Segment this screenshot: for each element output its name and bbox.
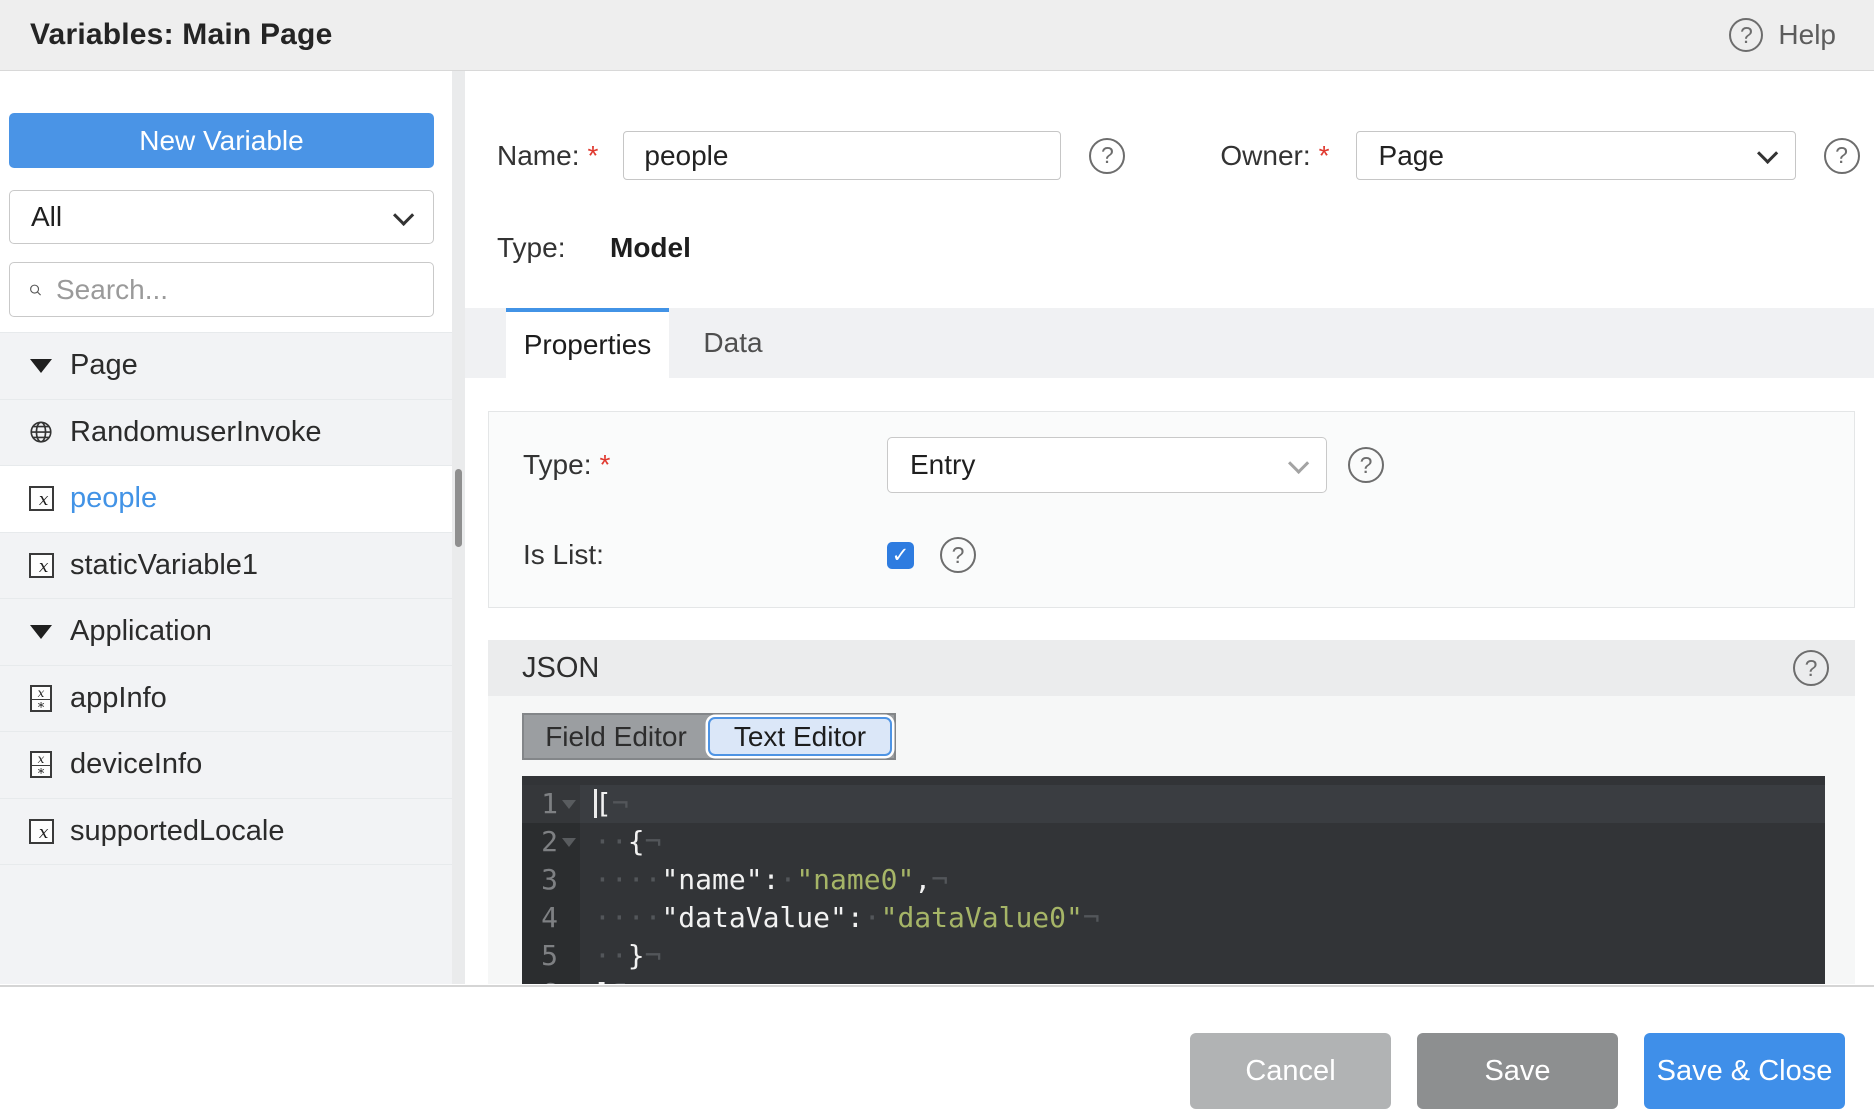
fold-arrow-icon[interactable] — [562, 838, 576, 847]
sidebar-item-appinfo[interactable]: x∗ appInfo — [0, 666, 465, 733]
required-asterisk: * — [1319, 140, 1330, 171]
type-value: Model — [610, 232, 691, 264]
variable-icon: x — [29, 819, 54, 844]
json-section-title: JSON — [522, 652, 599, 685]
required-asterisk: * — [599, 449, 610, 480]
code-line[interactable]: 1 [¬ — [522, 785, 1825, 823]
sidebar-item-supportedlocale[interactable]: x supportedLocale — [0, 799, 465, 866]
chevron-down-icon — [1288, 452, 1309, 473]
collapse-triangle-icon[interactable] — [30, 359, 52, 373]
code-line[interactable]: 6 ]¶ — [522, 975, 1825, 984]
name-input[interactable] — [623, 131, 1061, 180]
variable-icon: x — [29, 486, 54, 511]
builtin-variable-icon: x∗ — [30, 685, 52, 712]
owner-select-value: Page — [1379, 140, 1444, 172]
entry-type-select[interactable]: Entry — [887, 437, 1327, 493]
search-icon — [29, 276, 42, 304]
code-line[interactable]: 5 ··}¬ — [522, 937, 1825, 975]
json-help-icon[interactable]: ? — [1793, 650, 1829, 686]
cancel-button[interactable]: Cancel — [1190, 1033, 1391, 1109]
sidebar-group-page[interactable]: Page — [0, 333, 465, 400]
sidebar-scrollbar[interactable] — [452, 71, 465, 984]
type-label: Type: — [497, 232, 610, 264]
variables-sidebar: New Variable All Page — [0, 71, 465, 984]
name-owner-row: Name:* ? Owner:* Page ? — [497, 131, 1874, 180]
dialog-footer: Cancel Save Save & Close — [0, 985, 1874, 1114]
dialog-header: Variables: Main Page ? Help — [0, 0, 1874, 71]
field-editor-button[interactable]: Field Editor — [524, 721, 708, 753]
owner-label: Owner:* — [1220, 140, 1329, 172]
json-section: JSON ? Field Editor Text Editor 1 [¬ — [488, 640, 1855, 984]
entry-type-help-icon[interactable]: ? — [1348, 447, 1384, 483]
is-list-help-icon[interactable]: ? — [940, 537, 976, 573]
json-section-header: JSON ? — [488, 640, 1855, 696]
code-line[interactable]: 2 ··{¬ — [522, 823, 1825, 861]
help-circle-icon[interactable]: ? — [1729, 18, 1763, 52]
type-row: Type: Model — [497, 232, 1874, 264]
variable-detail: Name:* ? Owner:* Page ? Type: Model Prop… — [465, 71, 1874, 984]
sidebar-group-application[interactable]: Application — [0, 599, 465, 666]
search-input[interactable] — [56, 274, 417, 306]
new-variable-button[interactable]: New Variable — [9, 113, 434, 168]
variables-list: Page RandomuserInvoke x pe — [0, 332, 465, 984]
entry-type-value: Entry — [910, 449, 975, 481]
chevron-down-icon — [1757, 143, 1778, 164]
entry-type-label: Type:* — [523, 449, 887, 481]
filter-select[interactable]: All — [9, 190, 434, 244]
chevron-down-icon — [393, 204, 414, 225]
service-globe-icon — [28, 418, 54, 446]
variable-icon: x — [29, 553, 54, 578]
json-code-editor[interactable]: 1 [¬ 2 ··{¬ 3 ····"name":·"name0",¬ 4 — [522, 776, 1825, 984]
owner-select[interactable]: Page — [1356, 131, 1796, 180]
save-and-close-button[interactable]: Save & Close — [1644, 1033, 1845, 1109]
name-help-icon[interactable]: ? — [1089, 138, 1125, 174]
collapse-triangle-icon[interactable] — [30, 625, 52, 639]
builtin-variable-icon: x∗ — [30, 751, 52, 778]
detail-tabbar: Properties Data — [465, 308, 1874, 378]
variables-dialog: Variables: Main Page ? Help New Variable… — [0, 0, 1874, 1114]
help-label: Help — [1778, 19, 1836, 51]
tab-properties[interactable]: Properties — [506, 308, 669, 378]
text-editor-button[interactable]: Text Editor — [708, 717, 892, 756]
tab-data[interactable]: Data — [669, 308, 797, 378]
help-button[interactable]: ? Help — [1729, 18, 1836, 52]
name-label: Name:* — [497, 140, 598, 172]
sidebar-controls: New Variable All — [0, 71, 465, 317]
page-title: Variables: Main Page — [30, 18, 332, 52]
save-button[interactable]: Save — [1417, 1033, 1618, 1109]
dialog-body: New Variable All Page — [0, 71, 1874, 984]
editor-mode-toggle: Field Editor Text Editor — [522, 713, 896, 760]
filter-select-value: All — [31, 201, 62, 233]
sidebar-item-randomuserinvoke[interactable]: RandomuserInvoke — [0, 400, 465, 467]
code-line[interactable]: 4 ····"dataValue":·"dataValue0"¬ — [522, 899, 1825, 937]
code-line[interactable]: 3 ····"name":·"name0",¬ — [522, 861, 1825, 899]
is-list-label: Is List: — [523, 539, 887, 571]
fold-arrow-icon[interactable] — [562, 800, 576, 809]
sidebar-item-staticvariable1[interactable]: x staticVariable1 — [0, 533, 465, 600]
sidebar-item-people[interactable]: x people — [0, 466, 465, 533]
required-asterisk: * — [587, 140, 598, 171]
is-list-checkbox[interactable]: ✓ — [887, 542, 914, 569]
sidebar-scrollbar-thumb[interactable] — [455, 469, 462, 547]
sidebar-item-deviceinfo[interactable]: x∗ deviceInfo — [0, 732, 465, 799]
json-section-body: Field Editor Text Editor 1 [¬ 2 ··{¬ — [488, 696, 1855, 984]
is-list-row: Is List: ✓ ? — [523, 537, 1854, 573]
search-box[interactable] — [9, 262, 434, 317]
properties-panel: Type:* Entry ? Is List: ✓ ? — [488, 411, 1855, 608]
entry-type-row: Type:* Entry ? — [523, 437, 1854, 493]
owner-help-icon[interactable]: ? — [1824, 138, 1860, 174]
